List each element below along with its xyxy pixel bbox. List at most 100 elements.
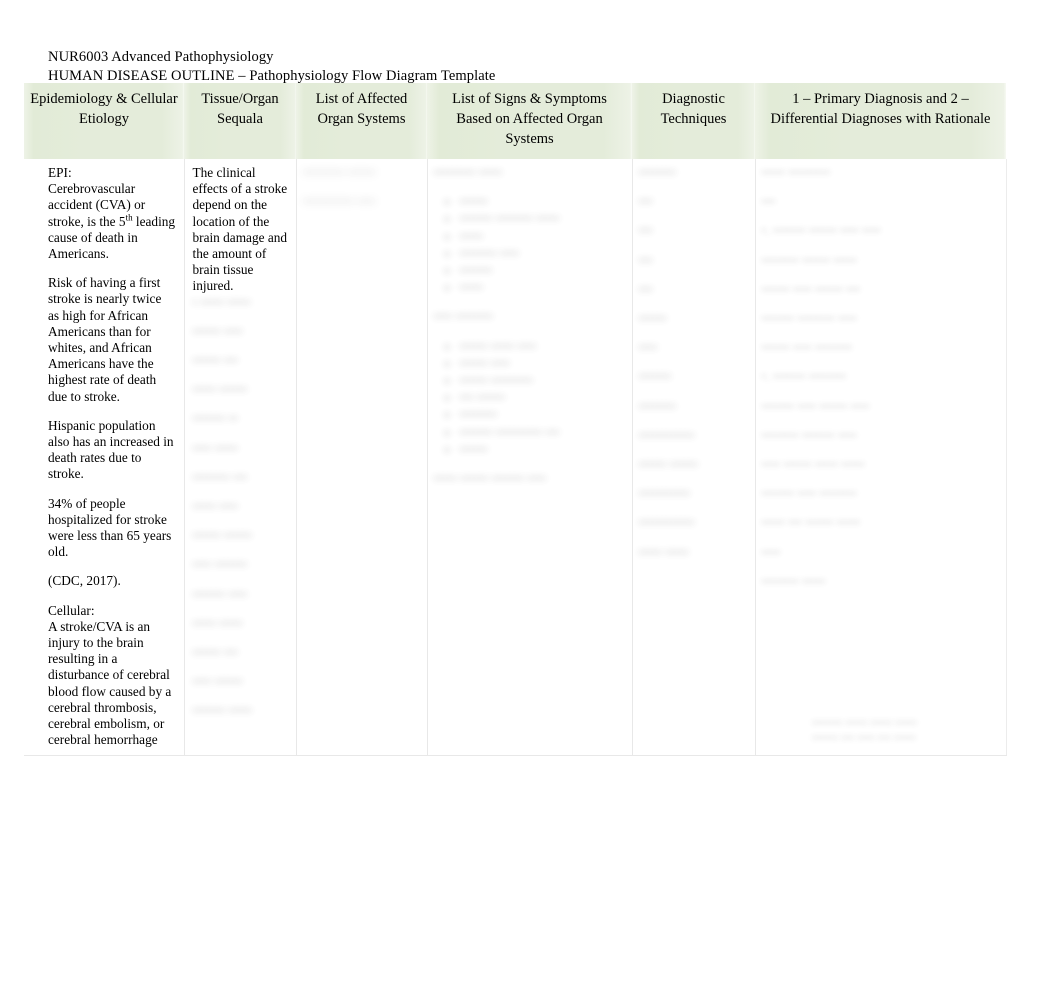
obscured-list-item: • ••••••• • ••• <box>460 246 624 262</box>
obscured-line: ••••• •••• <box>192 499 238 515</box>
tissue-organ-visible-paragraph: The clinical effects of a stroke depend … <box>192 165 288 294</box>
cell-signs-and-symptoms: ••••••••• ••••• • ••••• • • ••••• •• •••••• … <box>427 159 633 756</box>
obscured-line: ••••••• ••••• <box>192 703 252 719</box>
obscured-line: •••••••• ••••••• •••• <box>761 427 857 443</box>
obscured-line: •••••• ••• <box>192 353 238 369</box>
column-header-epidemiology: Epidemiology & Cellular Etiology <box>24 83 184 159</box>
column-header-diagnoses: 1 – Primary Diagnosis and 2 – Differenti… <box>755 83 1006 159</box>
obscured-line: ••••••• •• <box>192 411 238 427</box>
obscured-line: ••••••••••• <box>638 486 690 502</box>
course-line: NUR6003 Advanced Pathophysiology <box>48 49 274 65</box>
obscured-line: ••••• ••••••••• <box>761 165 831 180</box>
obscured-line: ••• <box>638 194 653 210</box>
obscured-line: •••••• ••• •••• ••• ••••• <box>812 731 916 745</box>
obscured-group-heading: •••• •••••••• <box>433 309 493 325</box>
document-heading-block: NUR6003 Advanced Pathophysiology HUMAN D… <box>48 48 1028 86</box>
obscured-line: •••• ••••••• <box>192 557 248 573</box>
obscured-list: • ••••• • • ••••• •• •••••• •• ••• •• • •• ••• •… <box>434 194 624 296</box>
obscured-line: •••••• •••••• <box>192 528 252 544</box>
obscured-line: ••••• ••••• <box>192 615 243 631</box>
obscured-line: •••••••• <box>638 165 676 180</box>
epi-hispanic-paragraph: Hispanic population also has an increase… <box>48 417 174 482</box>
obscured-line: •••••• •••••• <box>638 457 698 473</box>
obscured-list-item: • ••••• • •••••••• <box>460 373 624 389</box>
signs-and-symptoms-obscured-content: ••••••••• ••••• • ••••• • • ••••• •• •••••• … <box>434 165 624 487</box>
column-header-tissue-organ-sequala: Tissue/Organ Sequala <box>184 83 296 159</box>
cell-diagnostic-techniques: •••••••• ••• ••• ••• ••• •••••• •••• •••… <box>632 159 756 756</box>
affected-organ-systems-obscured-content: ••••••••• •••••• ••••••••••• •••• <box>303 165 419 210</box>
column-header-signs-and-symptoms: List of Signs & Symptoms Based on Affect… <box>427 83 632 159</box>
obscured-list-item: • •••••• • ••••••• • •••• <box>460 211 624 227</box>
obscured-list-item: • ••••• • •••• • ••• <box>460 339 624 355</box>
obscured-line: ••••••• •••••••• •••• <box>761 311 857 327</box>
cellular-paragraph: A stroke/CVA is an injury to the brain r… <box>48 618 172 748</box>
obscured-line: ••••• ••••• <box>638 544 689 560</box>
obscured-line: ••••• •••••• <box>192 382 248 398</box>
obscured-line: ••••••••• •••••• <box>302 165 376 180</box>
obscured-line: ••••••• •••• •••••••• <box>761 486 857 502</box>
obscured-line: ••••••• •••• •••••• •••• <box>761 398 870 414</box>
obscured-line: •••• •••••• ••••• ••••• <box>761 457 865 473</box>
pathophysiology-flow-diagram-table: Epidemiology & Cellular Etiology Tissue/… <box>24 83 1007 756</box>
obscured-line: ••••• ••• •••••• ••••• <box>761 515 860 531</box>
obscured-line: ••••••••••• •••• <box>302 194 376 210</box>
obscured-list-item: • •••••• <box>460 263 624 279</box>
obscured-line: ••• <box>761 194 776 210</box>
obscured-line: • ••••• ••••• <box>192 294 251 310</box>
cellular-label: Cellular: <box>48 602 95 618</box>
obscured-line: •••• <box>761 544 781 560</box>
table-body: EPI: Cerebrovascular accident (CVA) or s… <box>24 159 1007 756</box>
diagnoses-obscured-content: ••••• ••••••••• ••• •. ••••••• •••••• ••… <box>762 165 998 590</box>
obscured-footer-line: ••••• •••••• ••••••• •••• <box>433 471 546 487</box>
column-header-affected-organ-systems: List of Affected Organ Systems <box>296 83 427 159</box>
obscured-list-item: • ••••• <box>460 442 624 458</box>
epi-citation: (CDC, 2017). <box>48 573 121 589</box>
epi-ordinal-suffix: th <box>125 212 133 223</box>
obscured-line: ••••••• •••• <box>192 586 248 602</box>
tissue-organ-obscured-content: • ••••• ••••• •••••• •••• •••••• ••• •••… <box>193 295 288 720</box>
cell-epidemiology: EPI: Cerebrovascular accident (CVA) or s… <box>24 159 185 756</box>
obscured-list-item: • •••• <box>460 229 624 245</box>
table-header-row: Epidemiology & Cellular Etiology Tissue/… <box>24 83 1006 159</box>
obscured-line: ••• <box>638 281 653 297</box>
obscured-line: •••••••• <box>638 398 676 414</box>
obscured-line: •••••••• •••••• ••••• <box>761 252 857 268</box>
obscured-line: ••• <box>638 223 653 239</box>
footer-note: ••••••• ••••• ••••• ••••• •••••• ••• •••… <box>812 716 1026 746</box>
obscured-line: •••••••••••• <box>638 515 695 531</box>
obscured-citation: •••••••• ••••• <box>761 573 826 589</box>
obscured-line: •••••• •••• •••••••• <box>761 340 852 356</box>
obscured-line: •••• ••••• <box>192 440 238 456</box>
obscured-list: • ••••• • •••• • ••• • • •••• •• •• •• • ••• •••… <box>434 339 624 458</box>
epi-risk-paragraph: Risk of having a first stroke is nearly … <box>48 275 162 404</box>
cell-tissue-organ-sequala: The clinical effects of a stroke depend … <box>183 159 297 756</box>
diagnostic-techniques-obscured-content: •••••••• ••• ••• ••• ••• •••••• •••• •••… <box>639 165 747 561</box>
obscured-line: •••••• •••• •••••• ••• <box>761 281 860 297</box>
epi-leading-cause-paragraph: Cerebrovascular accident (CVA) or stroke… <box>48 181 176 262</box>
obscured-line: ••• <box>638 252 653 268</box>
obscured-list-item: • •• • ••••• <box>460 390 624 406</box>
obscured-list-item: • ••••• <box>460 194 624 210</box>
obscured-line: •••• •••••• <box>192 674 243 690</box>
cell-affected-organ-systems: ••••••••• •••••• ••••••••••• •••• <box>296 159 428 756</box>
obscured-line: •. ••••••• •••••••• <box>761 369 846 385</box>
column-header-diagnostic-techniques: Diagnostic Techniques <box>632 83 755 159</box>
obscured-line: •••••• ••• <box>192 645 238 661</box>
obscured-list-item: • ••••• • ••• <box>460 356 624 372</box>
obscured-line: •••••• •••• <box>192 323 243 339</box>
obscured-list-item: • •••••• • ••••••••• • •• <box>460 425 624 441</box>
obscured-line: ••••••• <box>638 369 672 385</box>
obscured-list-item: • ••••••• <box>460 407 624 423</box>
obscured-line: ••••••• ••••• ••••• ••••• <box>812 716 917 730</box>
obscured-line: •••• <box>638 340 658 356</box>
table-row: EPI: Cerebrovascular accident (CVA) or s… <box>24 159 1007 756</box>
cell-diagnoses: ••••• ••••••••• ••• •. ••••••• •••••• ••… <box>755 159 1007 756</box>
obscured-list-item: • •••• <box>460 280 624 296</box>
obscured-line: •••••• <box>638 311 667 327</box>
epi-label: EPI: <box>48 165 72 180</box>
table-header: Epidemiology & Cellular Etiology Tissue/… <box>24 83 1006 159</box>
obscured-line: •••••••••••• <box>638 427 695 443</box>
obscured-line: •••••••• ••• <box>192 469 248 485</box>
obscured-line: •. ••••••• •••••• •••• •••• <box>761 223 881 239</box>
epi-hospitalized-paragraph: 34% of people hospitalized for stroke we… <box>48 495 172 560</box>
